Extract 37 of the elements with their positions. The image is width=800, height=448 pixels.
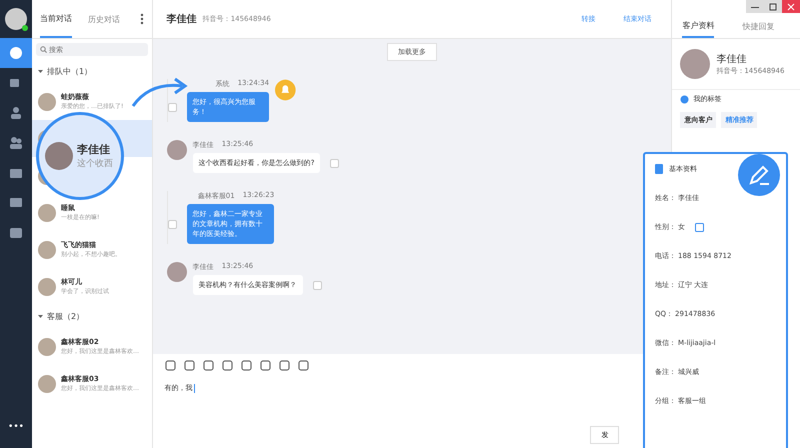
more-button[interactable]: ••• — [8, 422, 24, 432]
message-preview: 这个收西 — [77, 158, 113, 170]
avatar-icon — [166, 262, 187, 282]
search-icon — [40, 46, 47, 53]
tag-icon — [680, 94, 690, 104]
avatar-icon — [680, 49, 710, 79]
checkbox[interactable] — [168, 102, 177, 112]
minimize-button[interactable] — [746, 0, 764, 13]
bell-icon — [275, 79, 296, 101]
avatar-icon — [5, 8, 27, 30]
tab[interactable]: 当前对话 — [40, 0, 72, 38]
avatar-icon — [38, 338, 56, 356]
customer-name: 李佳佳 — [716, 52, 748, 66]
checkbox[interactable] — [330, 158, 340, 168]
caret-icon — [38, 69, 43, 74]
avatar-icon — [38, 92, 56, 110]
contact-name: 李佳佳 — [77, 142, 111, 157]
avatar-icon — [38, 374, 56, 392]
tab[interactable]: 客户资料 — [682, 14, 714, 38]
group-header[interactable]: 排队中（1） — [32, 60, 152, 83]
avatar-icon — [166, 140, 187, 160]
caret-icon — [38, 314, 43, 319]
chat-title: 李佳佳 — [166, 12, 197, 26]
group-header[interactable]: 客服（2） — [32, 305, 152, 328]
restore-icon — [769, 2, 777, 10]
checkbox[interactable] — [168, 220, 177, 228]
tab[interactable]: 历史对话 — [88, 0, 120, 38]
tab[interactable]: 快捷回复 — [742, 14, 774, 38]
close-icon — [787, 2, 795, 10]
checkbox[interactable] — [312, 280, 322, 290]
avatar-icon — [38, 278, 56, 296]
avatar-icon — [38, 204, 56, 222]
curved-arrow — [132, 78, 188, 107]
avatar-icon — [38, 240, 56, 258]
close-button[interactable] — [782, 0, 800, 13]
restore-button[interactable] — [764, 0, 782, 13]
more-vertical-icon[interactable] — [140, 13, 144, 25]
